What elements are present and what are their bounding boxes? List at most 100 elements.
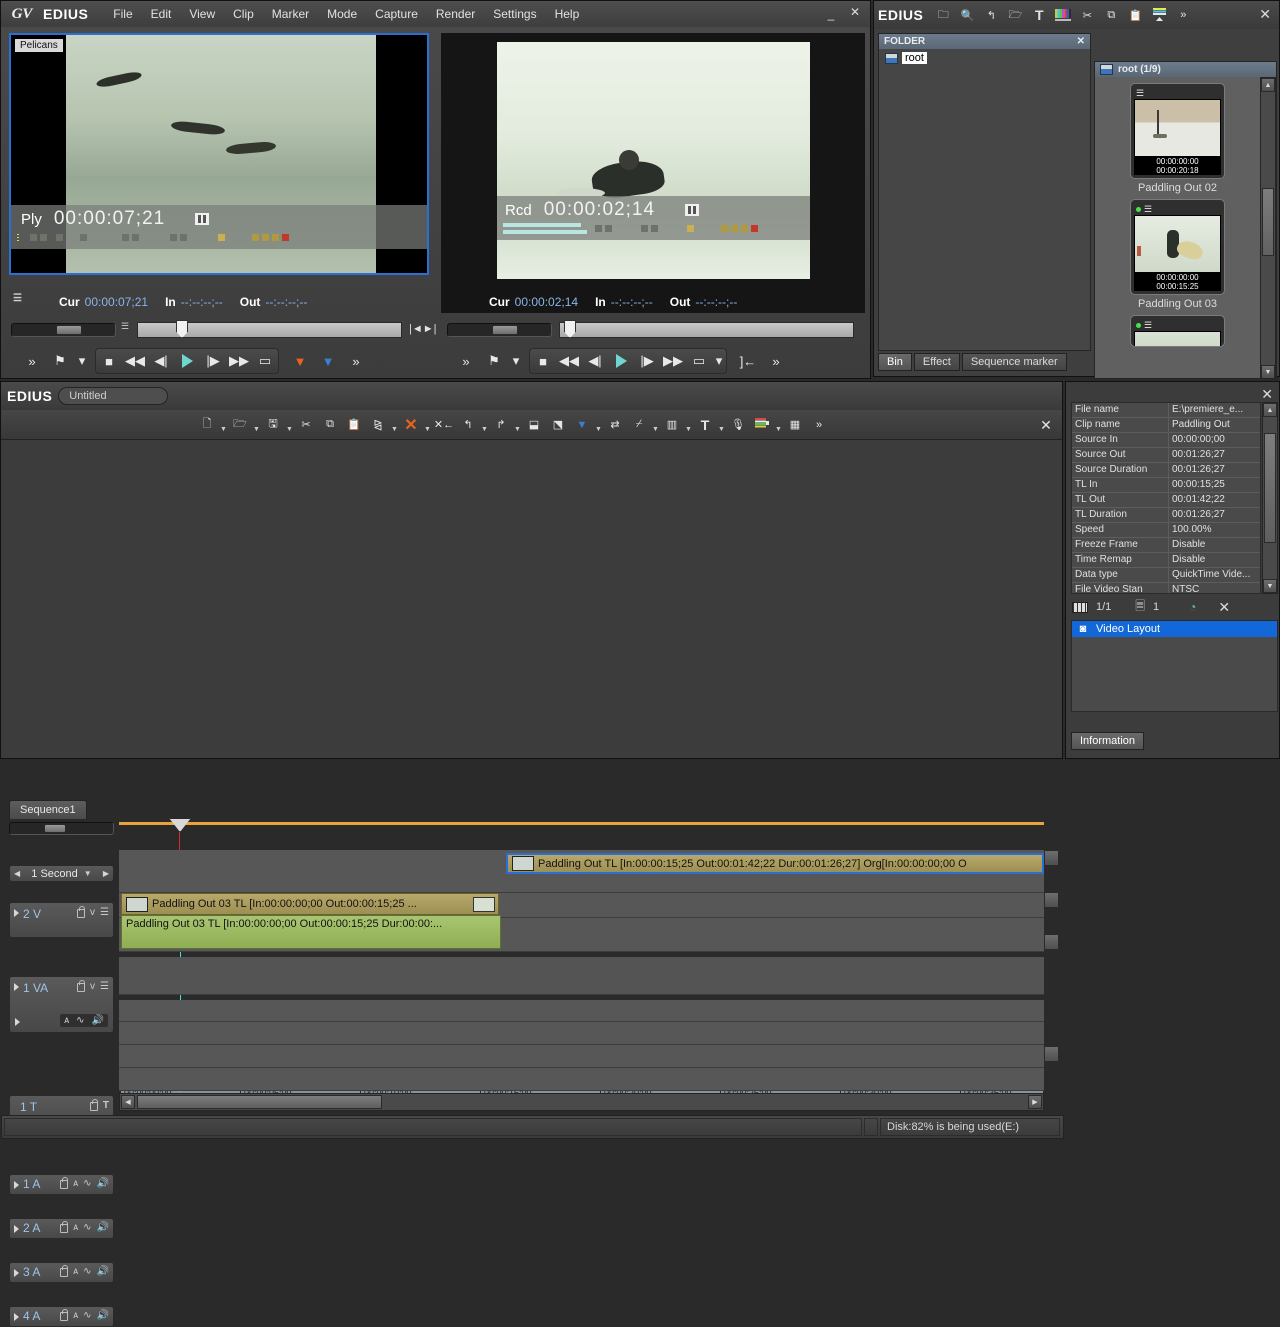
bin-folder-root-row[interactable]: root: [879, 49, 1090, 67]
chevron-right-icon[interactable]: ▶: [103, 869, 109, 878]
chevron-left-icon[interactable]: ◀: [14, 869, 20, 878]
info-scroll-up-button[interactable]: ▲: [1263, 403, 1277, 417]
more-icon[interactable]: »: [807, 413, 831, 437]
chevron-down-icon[interactable]: ▼: [513, 413, 522, 437]
chevron-down-icon[interactable]: ▼: [651, 413, 660, 437]
effect-close-button[interactable]: ✕: [1218, 599, 1230, 616]
player-scrub-bar[interactable]: [137, 322, 402, 338]
recorder-out-value[interactable]: --:--:--;--: [695, 295, 737, 309]
recorder-in-value[interactable]: --:--:--;--: [611, 295, 653, 309]
recorder-marker-dropdown-icon[interactable]: ▾: [509, 349, 523, 373]
title-icon[interactable]: T: [1027, 4, 1051, 26]
recorder-marker-icon[interactable]: ⚑: [481, 349, 507, 373]
player-loop-button[interactable]: ▭: [252, 349, 278, 373]
track-header-4a[interactable]: 4 A ᴀ ∿ 🔊: [9, 1306, 114, 1327]
new-folder-icon[interactable]: 🗁: [1003, 4, 1027, 26]
open-project-icon[interactable]: 🗁: [228, 413, 252, 437]
property-row[interactable]: Time Remap Disable: [1072, 553, 1260, 568]
player-rewind-button[interactable]: ◀◀: [122, 349, 148, 373]
player-meter-icon[interactable]: ☰: [121, 321, 129, 332]
track-menu-icon[interactable]: ☰: [100, 907, 109, 918]
menu-edit[interactable]: Edit: [142, 4, 181, 24]
player-play-button[interactable]: [174, 349, 200, 373]
chevron-down-icon[interactable]: ▼: [84, 869, 92, 878]
menu-render[interactable]: Render: [427, 4, 484, 24]
chevron-down-icon[interactable]: ▼: [717, 413, 726, 437]
stack-icon[interactable]: [1147, 4, 1171, 26]
expand-arrow-icon[interactable]: [14, 983, 19, 991]
expand-arrow-icon[interactable]: [14, 1181, 19, 1189]
waveform-icon[interactable]: ∿: [76, 1015, 84, 1026]
recorder-viewer[interactable]: Rcd 00:00:02;14: [441, 33, 865, 313]
property-row[interactable]: File Video Stan NTSC: [1072, 583, 1260, 594]
timeline-clip-1va-audio[interactable]: Paddling Out 03 TL [In:00:00:00;00 Out:0…: [121, 915, 501, 949]
chevron-down-icon[interactable]: ▼: [390, 413, 399, 437]
track-scroll-button[interactable]: [1044, 892, 1059, 908]
bin-folder-root-label[interactable]: root: [902, 52, 927, 64]
hscroll-left-button[interactable]: ◀: [121, 1095, 135, 1109]
timeline-zoom-slider[interactable]: [9, 822, 114, 835]
clip-properties-table[interactable]: File name E:\premiere_e... Clip name Pad…: [1071, 402, 1261, 594]
transition-icon[interactable]: ▼: [570, 413, 594, 437]
track-header-1a[interactable]: 1 A ᴀ ∿ 🔊: [9, 1174, 114, 1195]
track-scroll-button[interactable]: [1044, 1046, 1059, 1062]
chevron-down-icon[interactable]: ▼: [219, 413, 228, 437]
player-in-value[interactable]: --:--:--;--: [181, 295, 223, 309]
player-expand-icon[interactable]: »: [19, 349, 45, 373]
track-lane-1a[interactable]: [119, 1000, 1044, 1022]
minimize-button[interactable]: _: [822, 7, 840, 23]
speaker-icon[interactable]: 🔊: [97, 1266, 109, 1277]
expand-arrow-icon[interactable]: [14, 909, 19, 917]
bin-scrollbar[interactable]: ▲ ▼: [1260, 77, 1276, 379]
recorder-next-frame-button[interactable]: |▶: [634, 349, 660, 373]
paste-icon[interactable]: 📋: [342, 413, 366, 437]
recorder-fast-forward-button[interactable]: ▶▶: [660, 349, 686, 373]
player-set-out-icon[interactable]: ▼: [315, 349, 341, 373]
effect-toggle-icon[interactable]: ◔: [1189, 600, 1196, 614]
player-fast-forward-button[interactable]: ▶▶: [226, 349, 252, 373]
chevron-down-icon[interactable]: ▼: [480, 413, 489, 437]
track-scroll-button[interactable]: [1044, 850, 1059, 866]
tab-effect[interactable]: Effect: [914, 353, 960, 371]
property-row[interactable]: File name E:\premiere_e...: [1072, 403, 1260, 418]
up-level-icon[interactable]: ↰: [979, 4, 1003, 26]
property-row[interactable]: Freeze Frame Disable: [1072, 538, 1260, 553]
player-stop-button[interactable]: ■: [96, 349, 122, 373]
player-next-frame-button[interactable]: |▶: [200, 349, 226, 373]
speaker-icon[interactable]: 🔊: [92, 1015, 104, 1026]
expand-audio-arrow-icon[interactable]: [15, 1018, 20, 1026]
bin-clip-list[interactable]: root (1/9) ☰ 00:00:00:00 00:00:20:18 Pad…: [1094, 61, 1277, 379]
player-more-icon[interactable]: »: [343, 349, 369, 373]
title-icon[interactable]: T: [103, 1100, 109, 1111]
close-window-button[interactable]: ✕: [846, 5, 864, 21]
track-header-2a[interactable]: 2 A ᴀ ∿ 🔊: [9, 1218, 114, 1239]
chevron-down-icon[interactable]: ▼: [285, 413, 294, 437]
tab-bin[interactable]: Bin: [878, 353, 912, 371]
property-row[interactable]: Clip name Paddling Out: [1072, 418, 1260, 433]
cut-icon[interactable]: ✂: [1075, 4, 1099, 26]
track-lane-1t[interactable]: [119, 957, 1044, 995]
new-project-icon[interactable]: 🗋: [195, 413, 219, 437]
save-project-icon[interactable]: 🖫: [261, 413, 285, 437]
ripple-delete-icon[interactable]: ✕←: [432, 413, 456, 437]
track-menu-icon[interactable]: ☰: [100, 981, 109, 992]
project-name-field[interactable]: Untitled: [58, 387, 168, 405]
player-marker-icon[interactable]: ⚑: [47, 349, 73, 373]
bin-clip-item[interactable]: ☰: [1095, 310, 1260, 347]
voice-over-icon[interactable]: 🎙: [726, 413, 750, 437]
speaker-icon[interactable]: 🔊: [97, 1310, 109, 1321]
recorder-rewind-button[interactable]: ◀◀: [556, 349, 582, 373]
recorder-expand-icon[interactable]: »: [453, 349, 479, 373]
bin-scroll-down-button[interactable]: ▼: [1261, 365, 1275, 379]
lock-icon[interactable]: [60, 1224, 68, 1233]
player-set-in-icon[interactable]: ▼: [287, 349, 313, 373]
expand-arrow-icon[interactable]: [14, 1225, 19, 1233]
bin-close-button[interactable]: ✕: [1259, 6, 1271, 23]
bin-clip-item[interactable]: ☰ 00:00:00:00 00:00:15:25 Paddling Out 0…: [1095, 194, 1260, 310]
export-icon[interactable]: [750, 413, 774, 437]
match-frame-icon[interactable]: ▥: [660, 413, 684, 437]
lock-icon[interactable]: [60, 1312, 68, 1321]
track-header-1va[interactable]: 1 VA v ☰ ᴀ ∿ 🔊: [9, 976, 114, 1033]
expand-arrow-icon[interactable]: [14, 1313, 19, 1321]
video-mute-icon[interactable]: v: [90, 907, 95, 918]
